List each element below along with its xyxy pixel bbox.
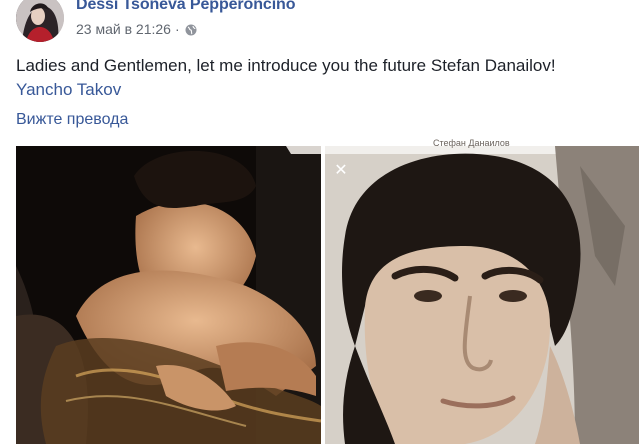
author-avatar[interactable] [16, 0, 64, 42]
post-body: Ladies and Gentlemen, let me introduce y… [16, 54, 626, 102]
post-text: Ladies and Gentlemen, let me introduce y… [16, 56, 556, 75]
see-translation-link[interactable]: Вижте превода [16, 111, 128, 129]
post-header: Dessi Tsoneva Pepperoncino 23 май в 21:2… [0, 0, 639, 50]
meta-separator: · [174, 21, 180, 37]
post-meta: 23 май в 21:26 · [76, 21, 197, 37]
photo-right[interactable] [325, 146, 639, 444]
photo-caption: Стефан Данаилов [433, 138, 510, 148]
photo-left[interactable] [16, 146, 321, 444]
photo-boy-in-bath [16, 146, 321, 444]
close-icon[interactable]: ✕ [333, 162, 349, 178]
globe-icon[interactable] [185, 23, 197, 36]
post-timestamp[interactable]: 23 май в 21:26 [76, 21, 171, 37]
author-name[interactable]: Dessi Tsoneva Pepperoncino [76, 0, 296, 14]
mention-link[interactable]: Yancho Takov [16, 78, 626, 102]
photo-stefan-danailov [325, 146, 639, 444]
